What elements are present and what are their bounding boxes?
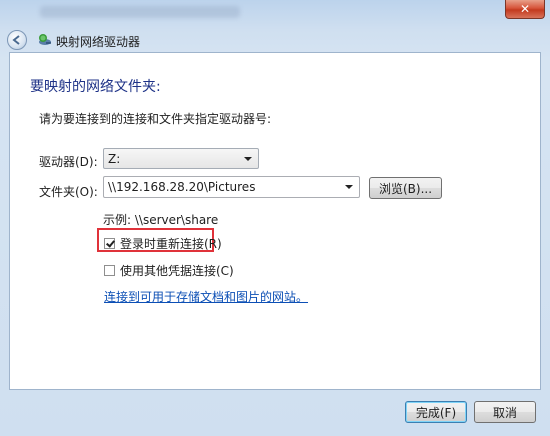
back-arrow-icon [12,35,20,45]
dialog-window: ✕ 映射网络驱动器 要映射的网络文件夹: 请为要连接到的连接和文件夹指定驱动器号… [0,0,550,436]
browse-button[interactable]: 浏览(B)... [369,177,442,199]
example-text: 示例: \\server\share [103,213,219,227]
cancel-button[interactable]: 取消 [474,401,536,423]
credentials-checkbox[interactable] [104,265,115,276]
back-button[interactable] [7,30,27,50]
instruction-text: 请为要连接到的连接和文件夹指定驱动器号: [39,112,272,126]
drive-label: 驱动器(D): [39,155,98,169]
folder-label: 文件夹(O): [39,185,98,199]
credentials-checkbox-row[interactable]: 使用其他凭据连接(C) [104,262,234,279]
network-drive-icon [39,34,51,45]
website-link[interactable]: 连接到可用于存储文档和图片的网站。 [104,288,308,305]
close-icon: ✕ [519,2,531,16]
drive-value: Z: [108,152,121,166]
title-bar: ✕ [0,0,550,26]
drive-select[interactable]: Z: [103,148,259,169]
page-heading: 要映射的网络文件夹: [30,79,161,95]
folder-combobox[interactable]: \\192.168.28.20\Pictures [103,176,360,198]
content-panel [9,52,541,390]
folder-value: \\192.168.28.20\Pictures [108,180,256,194]
finish-button[interactable]: 完成(F) [405,401,467,423]
reconnect-label: 登录时重新连接(R) [120,237,222,251]
chevron-down-icon [244,157,252,161]
credentials-label: 使用其他凭据连接(C) [120,264,234,278]
blurred-window-title [40,6,240,18]
window-title: 映射网络驱动器 [56,35,141,49]
close-button[interactable]: ✕ [505,0,545,19]
reconnect-checkbox[interactable] [104,238,115,249]
chevron-down-icon [345,185,353,189]
reconnect-checkbox-row[interactable]: 登录时重新连接(R) [104,235,222,252]
